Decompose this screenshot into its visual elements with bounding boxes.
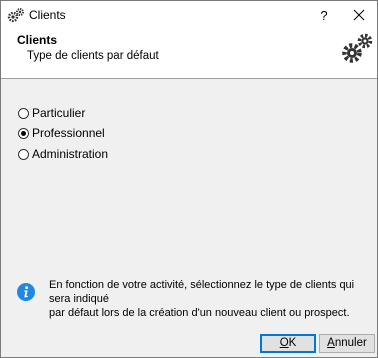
- dialog-header: Clients Type de clients par défaut: [1, 30, 377, 79]
- radio-label: Particulier: [32, 106, 86, 120]
- gears-icon: [342, 33, 373, 63]
- radio-button[interactable]: [18, 107, 29, 119]
- info-message: En fonction de votre activité, sélection…: [49, 278, 369, 320]
- title-bar[interactable]: Clients ?: [1, 1, 377, 30]
- radio-administration[interactable]: Administration: [18, 146, 108, 162]
- close-icon: [353, 9, 365, 21]
- radio-particulier[interactable]: Particulier: [18, 105, 85, 121]
- radio-professionnel[interactable]: Professionnel: [18, 125, 105, 141]
- ok-accelerator: O: [279, 337, 289, 349]
- window-title: Clients: [29, 8, 66, 22]
- help-button[interactable]: ?: [309, 1, 339, 30]
- header-title: Clients: [17, 33, 58, 47]
- ok-button[interactable]: OK: [260, 334, 316, 353]
- info-icon: [17, 283, 35, 301]
- dialog-window: Clients ? Clients Type de clients par dé…: [0, 0, 378, 358]
- close-button[interactable]: [341, 1, 377, 30]
- ok-label-rest: K: [288, 337, 297, 349]
- radio-button[interactable]: [18, 148, 29, 160]
- info-line: En fonction de votre activité, sélection…: [49, 279, 355, 305]
- gear-icon: [7, 8, 24, 23]
- cancel-accelerator: A: [327, 337, 335, 349]
- radio-label: Administration: [32, 147, 109, 161]
- info-line: par défaut lors de la création d'un nouv…: [49, 307, 350, 319]
- cancel-label-rest: nnuler: [334, 337, 367, 349]
- radio-label: Professionnel: [32, 126, 105, 140]
- cancel-button[interactable]: Annuler: [319, 334, 375, 353]
- header-subtitle: Type de clients par défaut: [27, 50, 159, 62]
- radio-button[interactable]: [18, 127, 29, 139]
